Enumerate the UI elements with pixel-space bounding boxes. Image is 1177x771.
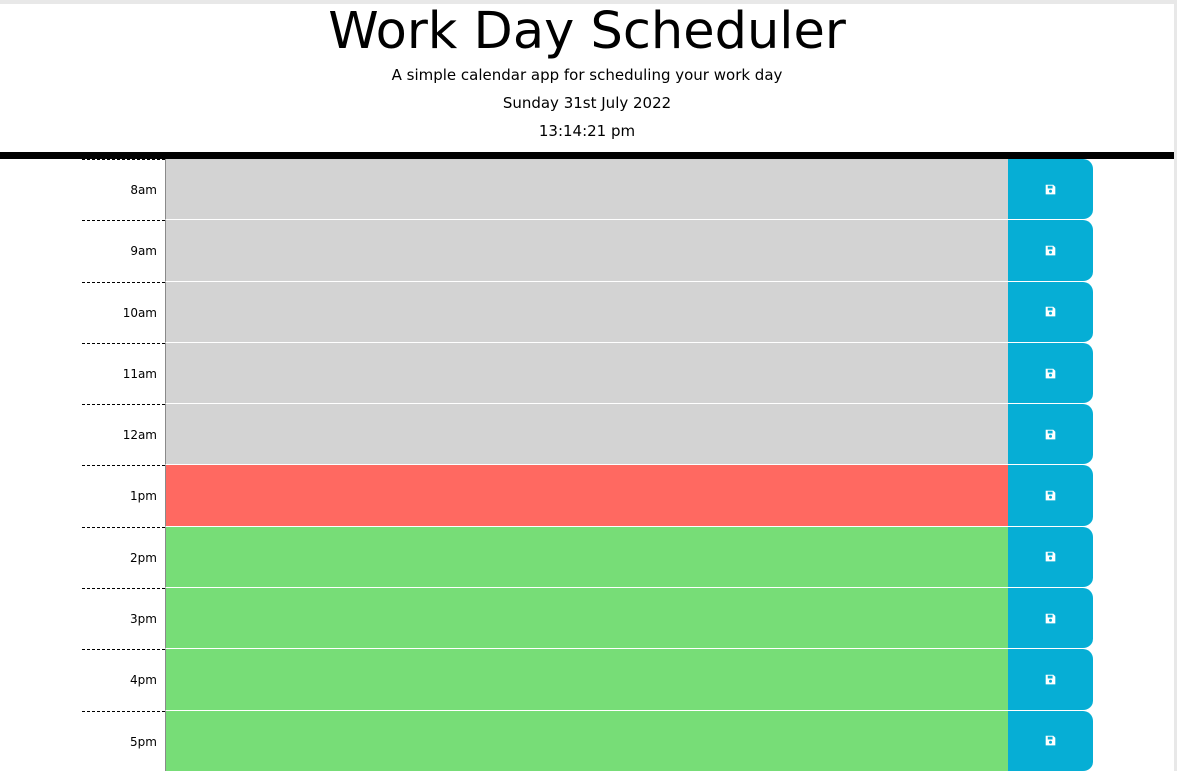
floppy-disk-icon — [1045, 674, 1056, 685]
save-button[interactable] — [1008, 220, 1093, 282]
page-subtitle: A simple calendar app for scheduling you… — [391, 66, 783, 84]
event-description-input[interactable] — [165, 159, 1008, 221]
scheduler-page: Work Day Scheduler A simple calendar app… — [0, 0, 1177, 771]
current-date: Sunday 31st July 2022 — [502, 94, 672, 112]
event-description-input[interactable] — [165, 526, 1008, 589]
header: Work Day Scheduler A simple calendar app… — [0, 4, 1174, 153]
floppy-disk-icon — [1045, 429, 1056, 440]
event-description-input[interactable] — [165, 404, 1008, 466]
hour-label: 5pm — [82, 710, 165, 771]
time-block: 1pm — [82, 465, 1093, 527]
time-block: 11am — [82, 342, 1093, 405]
time-block: 12am — [82, 404, 1093, 466]
save-button[interactable] — [1008, 649, 1093, 711]
floppy-disk-icon — [1045, 184, 1056, 195]
header-divider — [0, 152, 1174, 159]
floppy-disk-icon — [1045, 490, 1056, 501]
floppy-disk-icon — [1045, 245, 1056, 256]
event-description-input[interactable] — [165, 342, 1008, 405]
time-block: 8am — [82, 159, 1093, 221]
time-block: 5pm — [82, 710, 1093, 771]
floppy-disk-icon — [1045, 306, 1056, 317]
hour-label: 1pm — [82, 465, 165, 526]
event-description-input[interactable] — [165, 710, 1008, 771]
page-title: Work Day Scheduler — [328, 2, 846, 61]
floppy-disk-icon — [1045, 735, 1056, 746]
time-block: 3pm — [82, 588, 1093, 650]
hour-label: 8am — [82, 159, 165, 220]
event-description-input[interactable] — [165, 588, 1008, 650]
time-block: 4pm — [82, 649, 1093, 711]
time-block: 9am — [82, 220, 1093, 282]
event-description-input[interactable] — [165, 465, 1008, 527]
save-button[interactable] — [1008, 404, 1093, 466]
time-block: 10am — [82, 281, 1093, 343]
save-button[interactable] — [1008, 465, 1093, 527]
save-button[interactable] — [1008, 281, 1093, 343]
time-block: 2pm — [82, 526, 1093, 589]
floppy-disk-icon — [1045, 613, 1056, 624]
floppy-disk-icon — [1045, 551, 1056, 562]
hour-label: 4pm — [82, 649, 165, 710]
hour-label: 3pm — [82, 588, 165, 649]
save-button[interactable] — [1008, 526, 1093, 589]
hour-label: 11am — [82, 342, 165, 404]
current-time: 13:14:21 pm — [538, 122, 636, 140]
event-description-input[interactable] — [165, 220, 1008, 282]
event-description-input[interactable] — [165, 281, 1008, 343]
schedule-container: 8am 9am 10am 11am 12am 1pm 2pm 3pm 4pm 5… — [82, 159, 1093, 771]
hour-label: 2pm — [82, 526, 165, 588]
hour-label: 12am — [82, 404, 165, 465]
save-button[interactable] — [1008, 159, 1093, 221]
event-description-input[interactable] — [165, 649, 1008, 711]
save-button[interactable] — [1008, 342, 1093, 405]
hour-label: 9am — [82, 220, 165, 281]
floppy-disk-icon — [1045, 368, 1056, 379]
hour-label: 10am — [82, 281, 165, 343]
save-button[interactable] — [1008, 710, 1093, 771]
save-button[interactable] — [1008, 588, 1093, 650]
